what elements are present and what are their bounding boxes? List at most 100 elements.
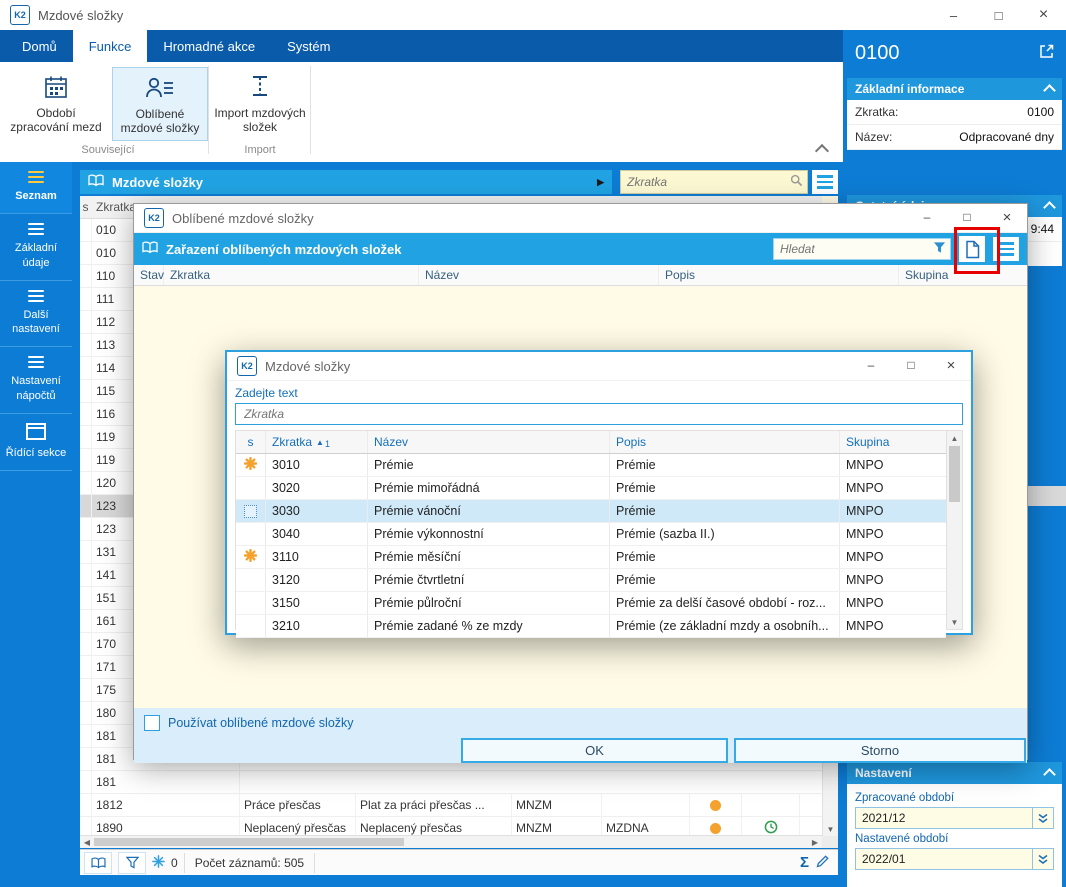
picker-row[interactable]: 3020 Prémie mimořádná Prémie MNPO <box>236 477 946 500</box>
ribbon-button-label: Období zpracování mezd <box>10 106 102 135</box>
cell-group: MNPO <box>846 458 884 472</box>
minimize-button[interactable]: – <box>907 203 947 231</box>
cell-desc: Prémie <box>610 454 840 476</box>
text-entry-input[interactable] <box>242 406 956 422</box>
scroll-down-icon[interactable]: ▼ <box>823 822 838 836</box>
maximize-button[interactable]: □ <box>891 351 931 379</box>
external-link-icon[interactable] <box>1039 44 1054 62</box>
double-chevron-down-icon[interactable] <box>1032 849 1053 869</box>
picker-row[interactable]: 3210 Prémie zadané % ze mzdy Prémie (ze … <box>236 615 946 638</box>
tab-system[interactable]: Systém <box>271 30 346 62</box>
column-header-s[interactable]: s <box>236 431 266 453</box>
text-entry-box[interactable] <box>235 403 963 425</box>
edit-pencil-icon[interactable] <box>815 854 830 872</box>
column-header-zkratka[interactable]: Zkratka <box>164 265 419 285</box>
field-label: Nastavené období <box>855 833 949 845</box>
storno-button[interactable]: Storno <box>734 738 1026 763</box>
vertical-scrollbar[interactable]: ▲ ▼ <box>946 431 962 629</box>
sidebar-item-seznam[interactable]: Seznam <box>0 162 72 215</box>
picker-row[interactable]: 3030 Prémie vánoční Prémie MNPO <box>236 500 946 523</box>
cell-name: Prémie vánoční <box>368 500 610 522</box>
filter-button[interactable] <box>118 851 146 874</box>
close-button[interactable]: × <box>931 351 971 379</box>
collapse-ribbon-icon[interactable] <box>814 143 830 159</box>
scrollbar-thumb[interactable] <box>94 838 404 846</box>
maximize-button[interactable]: □ <box>976 0 1021 30</box>
cell-code: 1812 <box>92 794 240 816</box>
sidebar-item-ridici-sekce[interactable]: Řídící sekce <box>0 414 72 472</box>
set-period-field[interactable]: 2022/01 <box>855 848 1054 870</box>
clock-icon <box>764 820 778 837</box>
field-label: Název: <box>855 130 893 144</box>
picker-row[interactable]: 3150 Prémie půlroční Prémie za delší čas… <box>236 592 946 615</box>
table-row[interactable]: 1812 Práce přesčas Plat za práci přesčas… <box>80 794 822 817</box>
minimize-button[interactable]: – <box>931 0 976 30</box>
ribbon-group-divider <box>310 66 311 154</box>
grid-menu-button[interactable] <box>812 170 838 194</box>
column-header-zkratka[interactable]: Zkratka ▲ 1 <box>266 431 368 453</box>
scrollbar-thumb[interactable] <box>949 446 960 502</box>
column-header-skupina[interactable]: Skupina <box>840 431 946 453</box>
dialog-title: Oblíbené mzdové složky <box>172 210 314 226</box>
left-sidebar: Seznam Základní údaje Další nastavení Na… <box>0 162 72 887</box>
expand-arrow-icon[interactable]: ▶ <box>597 177 604 188</box>
close-button[interactable]: × <box>1021 0 1066 30</box>
section-icon <box>26 423 46 441</box>
dialog-search-box[interactable] <box>773 238 951 260</box>
picker-row[interactable]: 3010 Prémie Prémie MNPO <box>236 454 946 477</box>
tab-hromadne-akce[interactable]: Hromadné akce <box>147 30 271 62</box>
grid-search-input[interactable] <box>625 174 790 190</box>
field-value: 2022/01 <box>862 852 906 866</box>
ok-button[interactable]: OK <box>461 738 728 763</box>
table-row[interactable]: 181 <box>80 771 822 794</box>
grid-search-box[interactable] <box>620 170 808 194</box>
dialog-button-row: OK Storno <box>134 738 1027 763</box>
sum-icon[interactable]: Σ <box>800 854 809 871</box>
minimize-button[interactable]: – <box>851 351 891 379</box>
scroll-left-icon[interactable]: ◀ <box>80 836 94 848</box>
scroll-right-icon[interactable]: ▶ <box>808 836 822 848</box>
section-header-settings[interactable]: Nastavení <box>847 762 1062 784</box>
period-processing-button[interactable]: Období zpracování mezd <box>8 67 104 141</box>
column-header-popis[interactable]: Popis <box>659 265 899 285</box>
snowflake-icon[interactable] <box>152 854 165 871</box>
cell-code: 3030 <box>266 500 368 522</box>
tab-funkce[interactable]: Funkce <box>72 30 148 62</box>
field-row: Zkratka: 0100 <box>847 100 1062 125</box>
cell-name: Práce přesčas <box>240 794 356 816</box>
cell-name: Prémie čtvrtletní <box>368 569 610 591</box>
section-header-basic-info[interactable]: Základní informace <box>847 78 1062 100</box>
sidebar-item-dalsi-nastaveni[interactable]: Další nastavení <box>0 281 72 348</box>
sidebar-item-nastaveni-napoctu[interactable]: Nastavení nápočtů <box>0 347 72 415</box>
column-header-nazev[interactable]: Název <box>368 431 610 453</box>
column-header-nazev[interactable]: Název <box>419 265 659 285</box>
favorite-wage-components-button[interactable]: Oblíbené mzdové složky <box>112 67 208 141</box>
tab-domu[interactable]: Domů <box>6 30 73 62</box>
search-icon <box>790 174 803 190</box>
import-wage-components-button[interactable]: Import mzdových složek <box>212 67 308 141</box>
column-header-s[interactable]: s <box>80 196 92 218</box>
ribbon-group-divider <box>208 66 209 154</box>
book-view-button[interactable] <box>84 851 112 874</box>
picker-row[interactable]: 3110 Prémie měsíční Prémie MNPO <box>236 546 946 569</box>
column-header-stav[interactable]: Stav <box>134 265 164 285</box>
cell-group: MNPO <box>846 550 884 564</box>
picker-row[interactable]: 3120 Prémie čtvrtletní Prémie MNPO <box>236 569 946 592</box>
cell-group2 <box>602 794 690 816</box>
picker-row[interactable]: 3040 Prémie výkonnostní Prémie (sazba II… <box>236 523 946 546</box>
frozen-count: 0 <box>171 855 178 870</box>
horizontal-scrollbar[interactable]: ◀ ▶ <box>80 835 822 848</box>
processed-period-field[interactable]: 2021/12 <box>855 807 1054 829</box>
status-dot-icon <box>710 822 721 834</box>
column-header-popis[interactable]: Popis <box>610 431 840 453</box>
scroll-up-icon[interactable]: ▲ <box>947 431 962 445</box>
double-chevron-down-icon[interactable] <box>1032 808 1053 828</box>
scroll-down-icon[interactable]: ▼ <box>947 615 962 629</box>
cell-name: Prémie mimořádná <box>368 477 610 499</box>
sidebar-item-zakladni-udaje[interactable]: Základní údaje <box>0 214 72 281</box>
use-favorites-checkbox[interactable] <box>144 715 160 731</box>
dialog-search-input[interactable] <box>778 241 933 257</box>
section-title: Základní informace <box>855 82 965 96</box>
cell-code: 3010 <box>266 454 368 476</box>
ribbon-body: Období zpracování mezd Oblíbené mzdové s… <box>0 62 843 163</box>
